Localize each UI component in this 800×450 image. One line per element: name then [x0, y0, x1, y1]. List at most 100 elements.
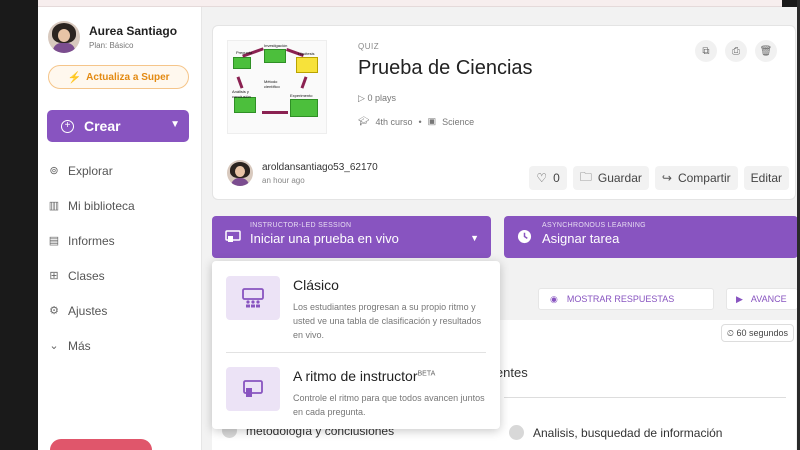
presentation-icon	[226, 367, 280, 411]
radio-icon	[509, 425, 524, 440]
show-answers-button[interactable]: ◉ MOSTRAR RESPUESTAS	[538, 288, 714, 310]
heart-icon: ♡	[536, 171, 548, 185]
answer-option[interactable]: Analisis, busquedad de información	[509, 425, 722, 440]
plays-count: ▷ 0 plays	[358, 93, 396, 104]
timer-label: 60 segundos	[736, 328, 788, 338]
gear-icon: ⚙	[49, 304, 59, 317]
sidebar-nav: ⊚ Explorar ▥ Mi biblioteca ▤ Informes ⊞ …	[47, 153, 197, 363]
sidebar-item-label: Informes	[68, 233, 115, 248]
quiz-card: Pregunta Investigación Hipótesis Análisi…	[212, 25, 796, 200]
edit-button[interactable]: Editar	[743, 166, 789, 190]
book-icon: ▣	[427, 116, 437, 126]
sidebar-item-label: Clases	[68, 268, 105, 283]
eye-icon: ◉	[550, 293, 558, 304]
upgrade-button[interactable]: ⚡ Actualiza a Super	[48, 65, 189, 89]
quiz-meta: 🎓︎ 4th curso • ▣ Science	[358, 116, 474, 127]
create-button[interactable]: + Crear ▼	[47, 110, 189, 142]
save-button[interactable]: 🗀︎ Guardar	[572, 166, 649, 190]
thumb-label: Método científico	[264, 79, 280, 89]
lightning-icon: ⚡	[67, 71, 82, 84]
divider	[504, 397, 786, 398]
sidebar-item-explorar[interactable]: ⊚ Explorar	[47, 153, 197, 188]
answer-label: Analisis, busquedad de información	[533, 425, 723, 440]
graduation-cap-icon: 🎓︎	[358, 116, 370, 126]
trash-icon[interactable]: 🗑︎	[755, 40, 777, 62]
browser-top-strip	[38, 0, 782, 7]
thumb-label: Hipótesis	[298, 51, 315, 56]
assign-homework-button[interactable]: ASYNCHRONOUS LEARNING Asignar tarea	[504, 216, 798, 258]
clock-icon	[517, 229, 532, 244]
user-plan: Plan: Básico	[89, 41, 134, 50]
sidebar-item-label: Mi biblioteca	[68, 198, 135, 213]
thumb-label: Análisis y conclusión	[232, 89, 251, 99]
user-profile[interactable]: Aurea Santiago Plan: Básico	[48, 21, 177, 53]
author-avatar	[227, 160, 253, 186]
thumb-label: Pregunta	[236, 50, 253, 55]
sidebar-item-mas[interactable]: ⌄ Más	[47, 328, 197, 363]
copy-icon[interactable]: ⧉	[695, 40, 717, 62]
thumb-label: Experimento	[290, 93, 313, 98]
advance-label: AVANCE	[750, 294, 787, 304]
sidebar-item-label: Explorar	[68, 163, 113, 178]
sidebar-item-informes[interactable]: ▤ Informes	[47, 223, 197, 258]
folder-icon: 🗀︎	[579, 169, 592, 184]
sidebar: Aurea Santiago Plan: Básico ⚡ Actualiza …	[38, 7, 202, 450]
print-icon[interactable]: ⎙	[725, 40, 747, 62]
classroom-icon	[226, 276, 280, 320]
live-session-label: Iniciar una prueba en vivo	[250, 231, 399, 246]
binoculars-icon: ⊚	[49, 164, 59, 177]
clock-icon: ⏲	[726, 328, 734, 338]
sidebar-item-label: Más	[68, 338, 91, 353]
thumb-label: Investigación	[264, 43, 288, 48]
dot-separator: •	[418, 116, 422, 127]
sidebar-item-mi-biblioteca[interactable]: ▥ Mi biblioteca	[47, 188, 197, 223]
caret-down-icon: ▼	[170, 119, 180, 130]
advance-button[interactable]: ▶ AVANCE	[726, 288, 798, 310]
partial-button[interactable]	[50, 439, 152, 450]
quiz-type-label: QUIZ	[358, 42, 380, 51]
save-label: Guardar	[597, 171, 642, 185]
sidebar-item-clases[interactable]: ⊞ Clases	[47, 258, 197, 293]
card-buttons: ♡ 0 🗀︎ Guardar ↪ Compartir Editar	[529, 166, 789, 190]
play-icon: ▷	[358, 93, 365, 103]
author-time: an hour ago	[262, 175, 305, 185]
instructor-paced-title: A ritmo de instructorBETA	[293, 368, 435, 384]
bar-chart-icon: ▤	[48, 234, 60, 247]
async-sublabel: ASYNCHRONOUS LEARNING	[542, 222, 646, 229]
start-live-quiz-button[interactable]: INSTRUCTOR-LED SESSION Iniciar una prueb…	[212, 216, 491, 258]
beta-badge: BETA	[417, 370, 436, 378]
show-answers-label: MOSTRAR RESPUESTAS	[566, 294, 675, 304]
author-info[interactable]: aroldansantiago53_62170 an hour ago	[227, 160, 378, 186]
classic-mode-desc: Los estudiantes progresan a su propio ri…	[293, 302, 482, 340]
share-button[interactable]: ↪ Compartir	[654, 166, 738, 190]
plays-label: 0 plays	[367, 93, 396, 103]
grade-label: 4th curso	[375, 116, 413, 127]
like-button[interactable]: ♡ 0	[529, 166, 567, 190]
sidebar-item-label: Ajustes	[68, 303, 108, 318]
edit-label: Editar	[750, 171, 782, 185]
sidebar-item-ajustes[interactable]: ⚙ Ajustes	[47, 293, 197, 328]
live-session-dropdown: Clásico Los estudiantes progresan a su p…	[212, 261, 500, 429]
author-name: aroldansantiago53_62170	[262, 161, 378, 173]
timer-badge: ⏲ 60 segundos	[720, 324, 794, 342]
create-label: Crear	[84, 118, 121, 134]
subject-label: Science	[442, 116, 475, 127]
user-name: Aurea Santiago	[89, 24, 178, 38]
quiz-title: Prueba de Ciencias	[358, 57, 533, 79]
play-icon: ▶	[736, 293, 743, 304]
like-count: 0	[553, 171, 560, 185]
instructor-paced-option[interactable]: A ritmo de instructorBETA Controle el ri…	[226, 367, 491, 423]
classroom-icon: ⊞	[49, 269, 59, 282]
live-session-sublabel: INSTRUCTOR-LED SESSION	[250, 222, 352, 229]
plus-icon: +	[61, 119, 74, 133]
share-icon: ↪	[661, 171, 672, 185]
classic-mode-option[interactable]: Clásico Los estudiantes progresan a su p…	[226, 276, 491, 346]
library-icon: ▥	[48, 199, 60, 212]
quiz-thumbnail: Pregunta Investigación Hipótesis Análisi…	[227, 40, 327, 134]
presentation-icon	[225, 230, 241, 242]
card-actions: ⧉ ⎙ 🗑︎	[695, 40, 777, 62]
share-label: Compartir	[677, 171, 731, 185]
instructor-paced-desc: Controle el ritmo para que todos avancen…	[293, 393, 485, 417]
user-avatar	[48, 21, 80, 53]
upgrade-label: Actualiza a Super	[86, 71, 170, 83]
